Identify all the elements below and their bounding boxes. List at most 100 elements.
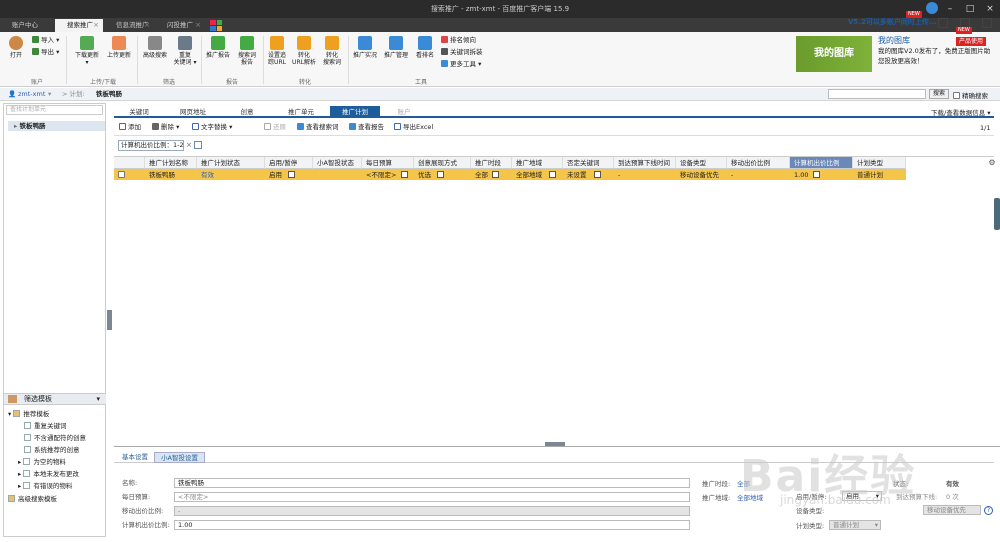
grid-header-offline-time[interactable]: 到达预算下线时间 [614,157,676,169]
close-icon[interactable]: × [144,19,150,32]
edit-icon[interactable] [813,171,820,178]
cell-budget-edit[interactable] [394,170,408,180]
tab-account[interactable]: 账户 [384,106,424,118]
open-button[interactable]: 打开 [6,36,26,59]
export-button[interactable]: 导出 ▾ [32,48,59,57]
download-view-data[interactable]: 下载/查看数据信息 ▾ [931,107,991,117]
add-button[interactable]: 添加 [119,123,141,132]
chevron-down-icon[interactable]: ▾ [875,521,878,529]
row-select-cell[interactable] [114,170,134,180]
tree-item-unpublished[interactable]: ▸ 本地未发布更改 [18,469,79,479]
maximize-icon[interactable]: □ [960,0,980,18]
settings-icon[interactable] [982,18,992,28]
rank-tendency-button[interactable]: 排名倾向 [441,36,476,45]
search-button[interactable]: 搜索 [929,89,949,99]
cell-pc-ratio-edit[interactable] [806,170,820,180]
tab-plans[interactable]: 推广计划 [330,106,380,118]
edit-icon[interactable] [288,171,295,178]
more-tools-button[interactable]: 更多工具 ▾ [441,60,481,69]
message-icon[interactable] [938,18,948,28]
scrollbar[interactable] [994,198,1000,230]
text-replace-button[interactable]: 文字替换 ▾ [192,123,232,132]
tree-item-empty-material[interactable]: ▸ 为空的物料 [18,457,66,467]
checkbox-icon[interactable] [953,92,960,99]
filter-chip[interactable]: 计算机出价比例：1-2 [118,140,184,151]
tab-creatives[interactable]: 创意 [222,106,272,118]
grid-header-enable[interactable]: 启用/暂停 [265,157,313,169]
upload-update-button[interactable]: 上传更新 [104,36,134,59]
ranking-button[interactable]: 看排名 [413,36,437,59]
edit-icon[interactable] [492,171,499,178]
chevron-down-icon[interactable]: ▾ [96,394,100,405]
grid-header-region[interactable]: 推广地域 [512,157,563,169]
promo-manage-button[interactable]: 推广管理 [382,36,410,59]
close-icon[interactable]: × [195,19,201,32]
tree-item-duplicate-keywords[interactable]: 重复关键词 [24,421,67,431]
breadcrumb-account[interactable]: zmt-xmt [18,89,45,100]
cell-creative-edit[interactable] [430,170,444,180]
gear-icon[interactable]: ⚙ [986,158,998,170]
cell-mobile-ratio[interactable]: - [727,170,747,180]
budget-field[interactable]: <不限定> [174,492,690,502]
promo-banner-image[interactable]: 我的图库 [796,36,872,72]
tab-keywords[interactable]: 关键词 [114,106,164,118]
pc-ratio-field[interactable]: 1.00 [174,520,690,530]
delete-button[interactable]: 删除 ▾ [152,123,179,132]
grid-header-name[interactable]: 推广计划名称 [145,157,197,169]
row-checkbox[interactable] [118,171,125,178]
device-select[interactable]: 移动设备优先 [923,505,981,515]
import-button[interactable]: 导入 ▾ [32,36,59,45]
tree-plan-node[interactable]: ▸ 铁板鸭肠 [8,121,105,131]
app-tab-search-promo[interactable]: 搜索推广 × [55,19,103,32]
live-view-button[interactable]: 推广实况 [351,36,379,59]
mobile-ratio-field[interactable]: - [174,506,690,516]
close-icon[interactable]: × [980,0,1000,18]
cell-negative[interactable]: 未设置 [563,170,589,180]
tab-smart-settings[interactable]: 小A智投设置 [154,452,205,463]
filter-template-header[interactable]: 筛选模板 ▾ [4,393,106,405]
name-field[interactable]: 铁板鸭肠 [174,478,690,488]
cell-negative-edit[interactable] [587,170,601,180]
edit-icon[interactable] [594,171,601,178]
cell-region-edit[interactable] [542,170,556,180]
view-report-button[interactable]: 查看报告 [349,123,384,132]
conversion-search-term-button[interactable]: 转化 搜索词 [319,36,345,66]
tab-units[interactable]: 推广单元 [276,106,326,118]
cell-enable-edit[interactable] [281,170,295,180]
tree-item-no-wildcard[interactable]: 不含通配符的创意 [24,433,86,443]
app-tab-flash-promo[interactable]: 闪投推广 × [155,19,205,32]
advanced-search-button[interactable]: 高级搜索 [140,36,170,59]
app-tab-account-center[interactable]: 账户中心 [0,19,54,32]
keyword-planner-button[interactable]: 关键词拆装 [441,48,483,57]
tree-item-system-recommended[interactable]: 系统推荐的创意 [24,445,80,455]
cell-budget[interactable]: <不限定> [362,170,396,180]
close-icon[interactable]: × [93,19,99,32]
account-dropdown-icon[interactable]: ▾ [48,89,51,100]
app-tab-feed-promo[interactable]: 信息流推广 × [104,19,154,32]
grid-header-mobile-ratio[interactable]: 移动出价比例 [727,157,790,169]
close-icon[interactable]: × [186,141,192,149]
grid-header-creative-mode[interactable]: 创意展现方式 [414,157,471,169]
grid-header-device[interactable]: 设备类型 [676,157,727,169]
plan-search-input[interactable]: 查找计划单元 [6,105,103,115]
notice-link[interactable]: V5.2可以多账户同时上传... [848,17,937,27]
grid-header-budget[interactable]: 每日预算 [362,157,414,169]
restore-button[interactable]: 还原 [264,123,286,132]
edit-filter-icon[interactable] [194,141,202,149]
grid-header-pc-ratio[interactable]: 计算机出价比例 [790,157,853,169]
tab-urls[interactable]: 网页地址 [168,106,218,118]
view-search-terms-button[interactable]: 查看搜索词 [297,123,339,132]
tab-basic-settings[interactable]: 基本设置 [116,452,154,463]
grid-header-time[interactable]: 推广时段 [471,157,512,169]
tree-advanced[interactable]: 高级搜索模板 [8,494,57,504]
cell-time-edit[interactable] [485,170,499,180]
cell-region[interactable]: 全部地域 [512,170,546,180]
minimize-icon[interactable]: – [940,0,960,18]
grid-header-negative[interactable]: 否定关键词 [563,157,614,169]
grid-header-smart[interactable]: 小A智投状态 [313,157,362,169]
export-excel-button[interactable]: 导出Excel [394,123,433,132]
app-grid-icon[interactable] [210,20,222,31]
url-parse-button[interactable]: 转化 URL解析 [291,36,317,66]
mascot-icon[interactable] [926,2,938,14]
panel-splitter[interactable] [107,310,112,330]
